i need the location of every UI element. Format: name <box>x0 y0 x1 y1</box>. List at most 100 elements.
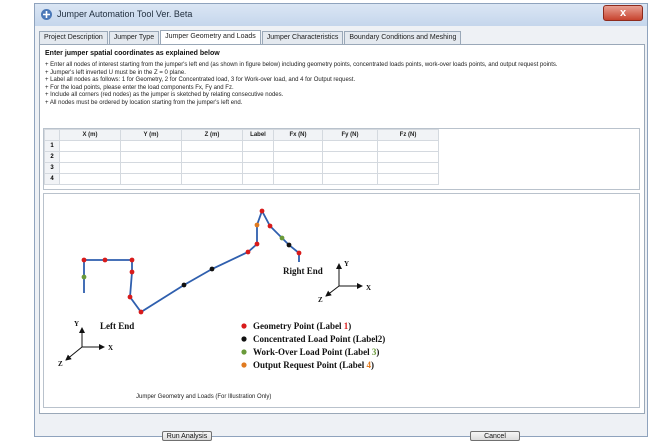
geometry-point <box>129 269 135 275</box>
coordinates-grid: X (m) Y (m) Z (m) Label Fx (N) Fy (N) Fz… <box>43 128 640 190</box>
jumper-nodes <box>81 208 302 315</box>
app-icon <box>41 9 52 20</box>
cell-fz[interactable] <box>377 173 439 185</box>
cell-fz[interactable] <box>377 162 439 174</box>
concentrated-load-point <box>209 266 215 272</box>
work-over-load-point <box>279 235 285 241</box>
left-axis-y-label: Y <box>74 320 79 328</box>
right-axis-x-label: X <box>366 284 371 292</box>
tab-project-description[interactable]: Project Description <box>39 31 108 44</box>
geometry-point <box>138 309 144 315</box>
cell-label[interactable] <box>242 173 274 185</box>
legend-geometry-swatch <box>241 323 247 329</box>
column-header-label[interactable]: Label <box>242 129 274 141</box>
legend-workover-swatch <box>241 349 247 355</box>
legend-concentrated-swatch <box>241 336 247 342</box>
work-over-load-point <box>81 274 87 280</box>
cell-x[interactable] <box>59 162 121 174</box>
cell-fx[interactable] <box>273 173 323 185</box>
instruction-item: + Label all nodes as follows: 1 for Geom… <box>45 77 356 84</box>
tab-boundary-conditions[interactable]: Boundary Conditions and Meshing <box>344 31 462 44</box>
window-title: Jumper Automation Tool Ver. Beta <box>57 9 193 19</box>
geometry-point <box>127 294 133 300</box>
legend-geometry: Geometry Point (Label 1) <box>253 321 351 331</box>
cell-fy[interactable] <box>322 162 378 174</box>
cell-z[interactable] <box>181 151 243 163</box>
column-header-fz[interactable]: Fz (N) <box>377 129 439 141</box>
cell-fy[interactable] <box>322 140 378 152</box>
legend-output-swatch <box>241 362 247 368</box>
cancel-button[interactable]: Cancel <box>470 431 520 441</box>
concentrated-load-point <box>286 242 292 248</box>
table-row: 4 <box>44 173 439 185</box>
legend-output: Output Request Point (Label 4) <box>253 360 374 370</box>
instruction-item: + For the load points, please enter the … <box>45 84 234 91</box>
left-end-label: Left End <box>100 321 134 331</box>
coordinates-table: X (m) Y (m) Z (m) Label Fx (N) Fy (N) Fz… <box>44 129 439 185</box>
cell-y[interactable] <box>120 140 182 152</box>
tab-jumper-characteristics[interactable]: Jumper Characteristics <box>261 31 344 44</box>
geometry-point <box>129 257 135 263</box>
geometry-point <box>296 250 302 256</box>
cell-fx[interactable] <box>273 162 323 174</box>
instruction-item: + All nodes must be ordered by location … <box>45 99 243 106</box>
figure-caption: Jumper Geometry and Loads (For Illustrat… <box>136 394 272 400</box>
column-header-x[interactable]: X (m) <box>59 129 121 141</box>
row-number: 2 <box>44 151 60 163</box>
app-window: Jumper Automation Tool Ver. Beta x Proje… <box>34 3 648 441</box>
column-header-fx[interactable]: Fx (N) <box>273 129 323 141</box>
cell-fx[interactable] <box>273 151 323 163</box>
cell-fx[interactable] <box>273 140 323 152</box>
section-heading: Enter jumper spatial coordinates as expl… <box>45 50 220 57</box>
table-row: 3 <box>44 162 439 174</box>
cell-z[interactable] <box>181 173 243 185</box>
cell-fz[interactable] <box>377 140 439 152</box>
right-axis-y-label: Y <box>344 260 349 268</box>
cell-z[interactable] <box>181 140 243 152</box>
cell-z[interactable] <box>181 162 243 174</box>
jumper-illustration: Y X Z Y X Z Left End Right End Geometry … <box>43 193 640 408</box>
geometry-point <box>267 223 273 229</box>
cell-label[interactable] <box>242 162 274 174</box>
row-header-corner <box>44 129 60 141</box>
cell-fy[interactable] <box>322 173 378 185</box>
legend-concentrated: Concentrated Load Point (Label2) <box>253 334 385 344</box>
table-row: 2 <box>44 151 439 163</box>
column-header-fy[interactable]: Fy (N) <box>322 129 378 141</box>
left-axis-z-label: Z <box>58 360 63 368</box>
right-end-label: Right End <box>283 266 323 276</box>
instruction-item: + Include all corners (red nodes) as the… <box>45 92 284 99</box>
tab-bar: Project Description Jumper Type Jumper G… <box>39 30 462 44</box>
geometry-point <box>254 241 260 247</box>
cell-x[interactable] <box>59 173 121 185</box>
tab-jumper-geometry-and-loads[interactable]: Jumper Geometry and Loads <box>160 30 261 44</box>
column-header-z[interactable]: Z (m) <box>181 129 243 141</box>
cell-fz[interactable] <box>377 151 439 163</box>
tab-jumper-type[interactable]: Jumper Type <box>108 31 160 44</box>
legend-workover: Work-Over Load Point (Label 3) <box>253 347 379 357</box>
output-request-point <box>254 222 260 228</box>
column-header-y[interactable]: Y (m) <box>120 129 182 141</box>
title-bar: Jumper Automation Tool Ver. Beta x <box>35 4 647 26</box>
row-number: 3 <box>44 162 60 174</box>
jumper-path <box>83 208 300 314</box>
cell-y[interactable] <box>120 151 182 163</box>
geometry-point <box>245 249 251 255</box>
cell-fy[interactable] <box>322 151 378 163</box>
jumper-sketch: Y X Z Y X Z Left End Right End Geometry … <box>58 208 385 370</box>
cell-label[interactable] <box>242 151 274 163</box>
left-axis-x-label: X <box>108 344 113 352</box>
geometry-point <box>81 257 87 263</box>
run-analysis-button[interactable]: Run Analysis <box>162 431 212 441</box>
instruction-list: + Enter all nodes of interest starting f… <box>45 62 558 108</box>
instruction-item: + Enter all nodes of interest starting f… <box>45 62 558 68</box>
close-button[interactable]: x <box>603 5 643 21</box>
cell-x[interactable] <box>59 140 121 152</box>
cell-x[interactable] <box>59 151 121 163</box>
geometry-point <box>259 208 265 214</box>
cell-y[interactable] <box>120 173 182 185</box>
geometry-point <box>102 257 108 263</box>
cell-y[interactable] <box>120 162 182 174</box>
row-number: 1 <box>44 140 60 152</box>
cell-label[interactable] <box>242 140 274 152</box>
